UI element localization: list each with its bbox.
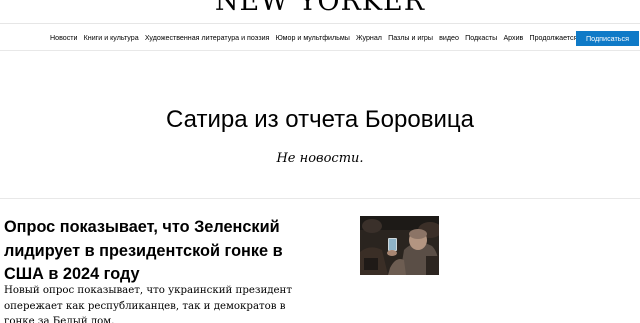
nav-item-goings-on[interactable]: Продолжается [530, 33, 578, 43]
article-dek: Новый опрос показывает, что украинский п… [4, 285, 292, 323]
article-headline[interactable]: Опрос показывает, что Зеленский лидирует… [4, 216, 304, 287]
photo-person-with-phone [360, 216, 439, 275]
nav-item-humor-cartoons[interactable]: Юмор и мультфильмы [276, 33, 350, 43]
nav-item-books-culture[interactable]: Книги и культура [84, 33, 139, 43]
nav-item-podcasts[interactable]: Подкасты [465, 33, 497, 43]
page-title: Сатира из отчета Боровица [166, 106, 474, 133]
nav-item-archive[interactable]: Архив [503, 33, 523, 43]
nav-item-fiction-poetry[interactable]: Художественная литература и поэзия [145, 33, 270, 43]
subscribe-button[interactable]: Подписаться [576, 31, 639, 46]
nav-item-news[interactable]: Новости [50, 33, 77, 43]
nav-divider [0, 50, 640, 51]
nav-items: Новости Книги и культура Художественная … [50, 33, 584, 43]
article-thumbnail[interactable] [360, 216, 439, 275]
main-nav: Новости Книги и культура Художественная … [0, 29, 640, 49]
new-yorker-logo[interactable]: NEW YORKER [0, 0, 640, 17]
section-divider [0, 198, 640, 199]
page-subtitle: Не новости. [276, 151, 364, 166]
masthead-divider [0, 23, 640, 24]
nav-item-video[interactable]: видео [439, 33, 459, 43]
nav-item-puzzles-games[interactable]: Пазлы и игры [388, 33, 433, 43]
nav-item-magazine[interactable]: Журнал [356, 33, 382, 43]
masthead: NEW YORKER [0, 0, 640, 26]
